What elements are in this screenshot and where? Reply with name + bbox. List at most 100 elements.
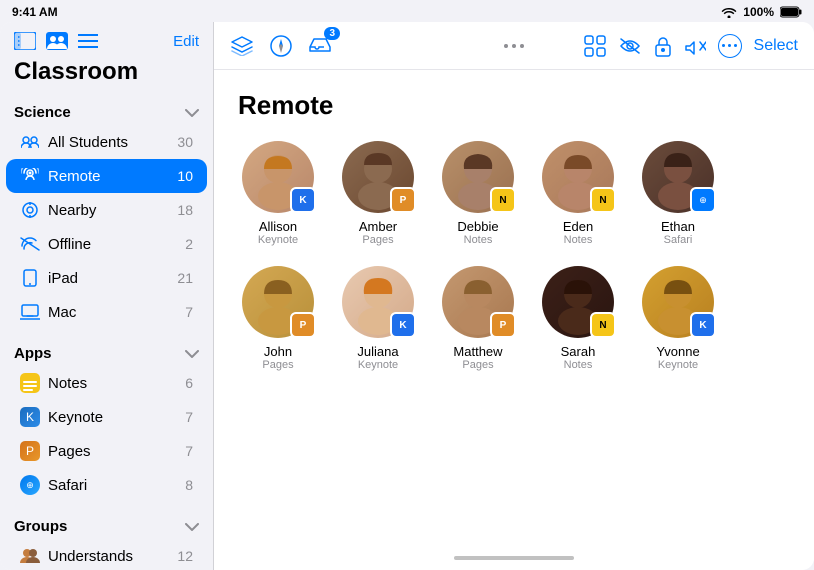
science-chevron-icon[interactable] [185,109,199,117]
grid-icon[interactable] [584,35,606,57]
all-students-label: All Students [48,134,169,151]
groups-section-header: Groups [0,510,213,539]
allison-name: Allison [259,219,297,234]
content-area: Remote K [214,70,814,550]
sidebar-item-remote[interactable]: Remote 10 [6,159,207,193]
keynote-label: Keynote [48,409,177,426]
student-card-juliana[interactable]: K Juliana Keynote [338,266,418,371]
remote-icon [20,166,40,186]
science-section-header: Science [0,96,213,125]
groups-section-label: Groups [14,518,67,535]
lock-icon[interactable] [654,35,672,57]
mute-icon[interactable] [684,35,706,57]
offline-label: Offline [48,236,177,253]
ethan-app-badge: ⊕ [690,187,716,213]
apps-section-header: Apps [0,337,213,366]
groups-chevron-icon[interactable] [185,523,199,531]
student-card-ethan[interactable]: ⊕ Ethan Safari [638,141,718,246]
remote-count: 10 [177,168,193,184]
main-content: 3 [214,22,814,570]
home-indicator [454,556,574,560]
avatar-eden: N [542,141,614,213]
student-card-amber[interactable]: P Amber Pages [338,141,418,246]
sidebar-item-nearby[interactable]: Nearby 18 [6,193,207,227]
layers-icon[interactable] [230,36,254,56]
student-card-eden[interactable]: N Eden Notes [538,141,618,246]
debbie-app-badge: N [490,187,516,213]
edit-button[interactable]: Edit [173,33,199,50]
pages-app-icon: P [20,441,40,461]
understands-icon [20,546,40,566]
student-card-debbie[interactable]: N Debbie Notes [438,141,518,246]
eye-slash-icon[interactable] [618,37,642,55]
ethan-name: Ethan [661,219,695,234]
sidebar-item-mac[interactable]: Mac 7 [6,295,207,329]
compass-icon[interactable] [270,35,292,57]
sidebar-item-safari[interactable]: ⊕ Safari 8 [6,468,207,502]
sarah-name: Sarah [561,344,596,359]
apps-section-label: Apps [14,345,52,362]
menu-icon[interactable] [78,33,98,49]
avatar-john: P [242,266,314,338]
all-students-count: 30 [177,134,193,150]
apps-chevron-icon[interactable] [185,350,199,358]
matthew-name: Matthew [453,344,502,359]
avatar-yvonne: K [642,266,714,338]
john-app: Pages [262,359,293,371]
students-grid: K Allison Keynote [238,141,790,371]
amber-app: Pages [362,234,393,246]
avatar-ethan: ⊕ [642,141,714,213]
status-bar-right: 100% [721,5,802,19]
debbie-name: Debbie [457,219,498,234]
sidebar-item-keynote[interactable]: K Keynote 7 [6,400,207,434]
sidebar-item-ipad[interactable]: iPad 21 [6,261,207,295]
inbox-button[interactable]: 3 [308,33,332,58]
toolbar-right: Select [584,34,798,58]
avatar-amber: P [342,141,414,213]
avatar-sarah: N [542,266,614,338]
toolbar-left: 3 [230,33,332,58]
yvonne-name: Yvonne [656,344,699,359]
matthew-app: Pages [462,359,493,371]
pages-count: 7 [185,443,193,459]
all-students-icon [20,132,40,152]
inbox-badge: 3 [324,27,340,40]
safari-app-icon: ⊕ [20,475,40,495]
sidebar-toggle-icon[interactable] [14,32,36,50]
juliana-app: Keynote [358,359,398,371]
nearby-count: 18 [177,202,193,218]
ipad-label: iPad [48,270,169,287]
sidebar: Edit Classroom Science All Students 30 [0,22,214,570]
student-card-sarah[interactable]: N Sarah Notes [538,266,618,371]
toolbar: 3 [214,22,814,70]
sarah-app-badge: N [590,312,616,338]
sidebar-item-understands[interactable]: Understands 12 [6,539,207,570]
student-card-allison[interactable]: K Allison Keynote [238,141,318,246]
debbie-app: Notes [464,234,493,246]
safari-count: 8 [185,477,193,493]
offline-icon [20,234,40,254]
avatar-allison: K [242,141,314,213]
sidebar-item-pages[interactable]: P Pages 7 [6,434,207,468]
avatar-debbie: N [442,141,514,213]
amber-name: Amber [359,219,397,234]
remote-label: Remote [48,168,169,185]
student-card-john[interactable]: P John Pages [238,266,318,371]
sidebar-item-all-students[interactable]: All Students 30 [6,125,207,159]
select-button[interactable]: Select [754,37,798,55]
pages-label: Pages [48,443,177,460]
safari-label: Safari [48,477,177,494]
notes-label: Notes [48,375,177,392]
student-card-matthew[interactable]: P Matthew Pages [438,266,518,371]
student-card-yvonne[interactable]: K Yvonne Keynote [638,266,718,371]
john-app-badge: P [290,312,316,338]
bottom-bar [214,550,814,570]
dot-2 [512,44,516,48]
more-icon[interactable] [718,34,742,58]
classroom-icon[interactable] [46,32,68,50]
allison-app-badge: K [290,187,316,213]
sidebar-item-notes[interactable]: Notes 6 [6,366,207,400]
science-section-label: Science [14,104,71,121]
keynote-count: 7 [185,409,193,425]
sidebar-item-offline[interactable]: Offline 2 [6,227,207,261]
